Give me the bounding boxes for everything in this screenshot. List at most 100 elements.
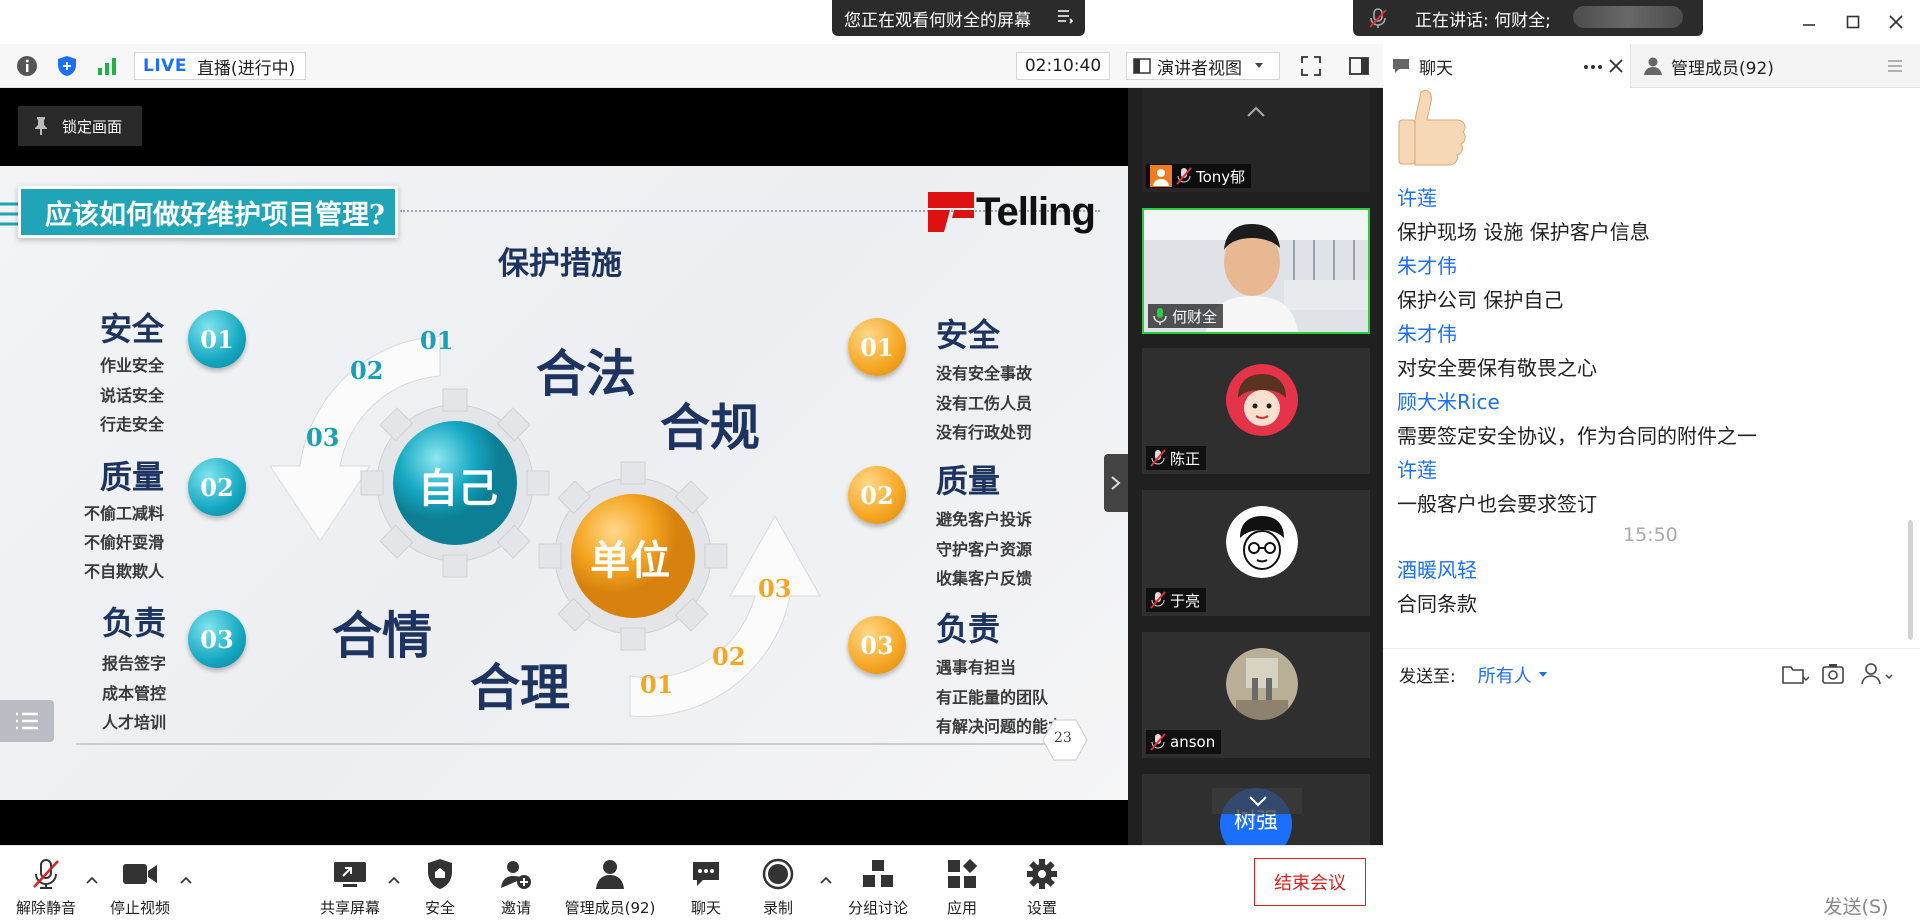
caret-down-icon[interactable] (1538, 671, 1548, 679)
chat-message: 保护现场 设施 保护客户信息 (1397, 220, 1650, 244)
participant-name-tag: 何财全 (1148, 304, 1224, 328)
caret-up-icon[interactable] (180, 876, 192, 884)
chat-sender[interactable]: 酒暖风轻 (1397, 554, 1477, 583)
close-window-button[interactable] (1881, 8, 1911, 36)
caret-up-icon[interactable] (86, 876, 98, 884)
chat-icon (1393, 59, 1409, 73)
panel-menu-icon[interactable] (1887, 58, 1903, 74)
meeting-info-button[interactable] (14, 53, 40, 79)
chat-sender[interactable]: 朱才伟 (1397, 250, 1457, 279)
chat-input[interactable] (1383, 700, 1920, 880)
principle-word: 合规 (660, 398, 760, 457)
center-unit-label: 单位 (590, 537, 670, 584)
breakout-rooms-button[interactable]: 分组讨论 (838, 854, 918, 918)
manage-members-button[interactable]: 管理成员(92) (560, 854, 660, 918)
chat-scrollbar[interactable] (1908, 520, 1913, 640)
pin-icon (35, 117, 47, 135)
chat-sender[interactable]: 朱才伟 (1397, 318, 1457, 347)
tab-members[interactable]: 管理成员(92) (1631, 44, 1871, 88)
send-button[interactable]: 发送(S) (1801, 890, 1911, 920)
live-status-text: 直播(进行中) (196, 58, 296, 79)
participant-tile[interactable]: 陈正 (1142, 348, 1370, 474)
toggle-sidebar-button[interactable] (1346, 53, 1372, 79)
telling-logo: Telling (928, 186, 1108, 240)
security-shield-icon (424, 858, 456, 890)
send-to-label: 发送至: (1399, 667, 1456, 687)
chat-bubble-icon (690, 858, 722, 890)
send-to-recipient[interactable]: 所有人 (1478, 662, 1532, 688)
more-icon[interactable] (1583, 64, 1603, 70)
scroll-down-button[interactable] (1212, 788, 1302, 814)
settings-button[interactable]: 设置 (1016, 854, 1068, 918)
caret-up-icon[interactable] (820, 876, 832, 884)
mention-user-icon[interactable] (1861, 662, 1895, 686)
top-strip: 您正在观看何财全的屏幕 正在讲话: 何财全; (0, 0, 1920, 44)
chat-sender[interactable]: 许莲 (1397, 182, 1437, 211)
right-group-title: 质量 (936, 462, 1001, 500)
invite-button[interactable]: 邀请 (490, 854, 542, 918)
participant-tile[interactable]: 树强 (1142, 774, 1370, 845)
slide-footer-line (76, 743, 1066, 745)
info-icon (17, 56, 37, 76)
share-screen-button[interactable]: 共享屏幕 (314, 854, 386, 918)
settings-label: 设置 (1026, 899, 1057, 917)
share-banner-text: 您正在观看何财全的屏幕 (844, 10, 1031, 31)
participant-tile[interactable]: Tony郁 (1142, 88, 1370, 192)
close-chat-icon[interactable] (1609, 59, 1623, 73)
chat-sender[interactable]: 顾大米Rice (1397, 386, 1500, 415)
unmute-button[interactable]: 解除静音 (10, 854, 82, 918)
meeting-controls: 解除静音 停止视频 共享屏幕 安全 邀请 管理成员(92) 聊天 录制 分组讨论… (0, 845, 1383, 924)
menu-icon[interactable] (1057, 8, 1073, 24)
user-avatar-icon (1150, 165, 1172, 187)
muted-mic-icon (1150, 591, 1166, 609)
security-button[interactable]: 安全 (414, 854, 466, 918)
speaking-banner: 正在讲话: 何财全; (1353, 0, 1703, 36)
stop-video-button[interactable]: 停止视频 (104, 854, 176, 918)
chat-input-area[interactable]: 发送(S) (1383, 700, 1920, 924)
right-number-ball: 03 (848, 616, 906, 674)
brand-text: Telling (976, 190, 1096, 234)
speaker-view-icon (1133, 58, 1151, 74)
participant-tile[interactable]: anson (1142, 632, 1370, 758)
apps-button[interactable]: 应用 (936, 854, 988, 918)
maximize-button[interactable] (1838, 8, 1868, 36)
right-item: 守护客户资源 (936, 540, 1033, 559)
end-meeting-button[interactable]: 结束会议 (1254, 858, 1366, 906)
chat-sender[interactable]: 许莲 (1397, 454, 1437, 483)
apps-icon (946, 858, 978, 890)
view-mode-dropdown[interactable]: 演讲者视图 (1126, 52, 1280, 80)
left-group-title: 质量 (100, 458, 165, 496)
fullscreen-button[interactable] (1298, 53, 1324, 79)
record-button[interactable]: 录制 (752, 854, 804, 918)
lock-screen-button[interactable]: 锁定画面 (18, 106, 142, 146)
arrow-number: 01 (640, 670, 674, 699)
tab-chat[interactable]: 聊天 (1383, 44, 1631, 88)
chat-time-divider: 15:50 (1623, 524, 1678, 546)
file-folder-icon[interactable] (1781, 663, 1809, 685)
chat-message: 合同条款 (1397, 592, 1477, 616)
encryption-button[interactable] (54, 53, 80, 79)
apps-label: 应用 (946, 899, 977, 917)
network-quality-button[interactable] (94, 53, 120, 79)
right-item: 遇事有担当 (936, 658, 1017, 677)
members-icon (594, 858, 626, 890)
chat-button[interactable]: 聊天 (680, 854, 732, 918)
share-screen-label: 共享屏幕 (319, 899, 380, 917)
screenshot-icon[interactable] (1821, 662, 1845, 686)
video-camera-icon (122, 858, 158, 890)
minimize-button[interactable] (1794, 8, 1824, 36)
principle-word: 合理 (470, 658, 570, 717)
chat-message: 需要签定安全协议，作为合同的附件之一 (1397, 424, 1757, 448)
meeting-timer: 02:10:40 (1016, 52, 1110, 80)
participant-tile-active[interactable]: 何财全 (1142, 208, 1370, 334)
screen-share-banner[interactable]: 您正在观看何财全的屏幕 (832, 0, 1085, 36)
slide-outline-button[interactable] (0, 700, 54, 742)
left-number-ball: 03 (188, 610, 246, 668)
participant-tile[interactable]: 于亮 (1142, 490, 1370, 616)
muted-mic-icon (1176, 167, 1192, 185)
live-status[interactable]: LIVE 直播(进行中) (134, 52, 306, 80)
members-icon (1644, 57, 1662, 75)
collapse-strip-button[interactable] (1104, 454, 1128, 512)
chevron-up-icon[interactable] (1246, 106, 1266, 118)
caret-up-icon[interactable] (388, 876, 400, 884)
